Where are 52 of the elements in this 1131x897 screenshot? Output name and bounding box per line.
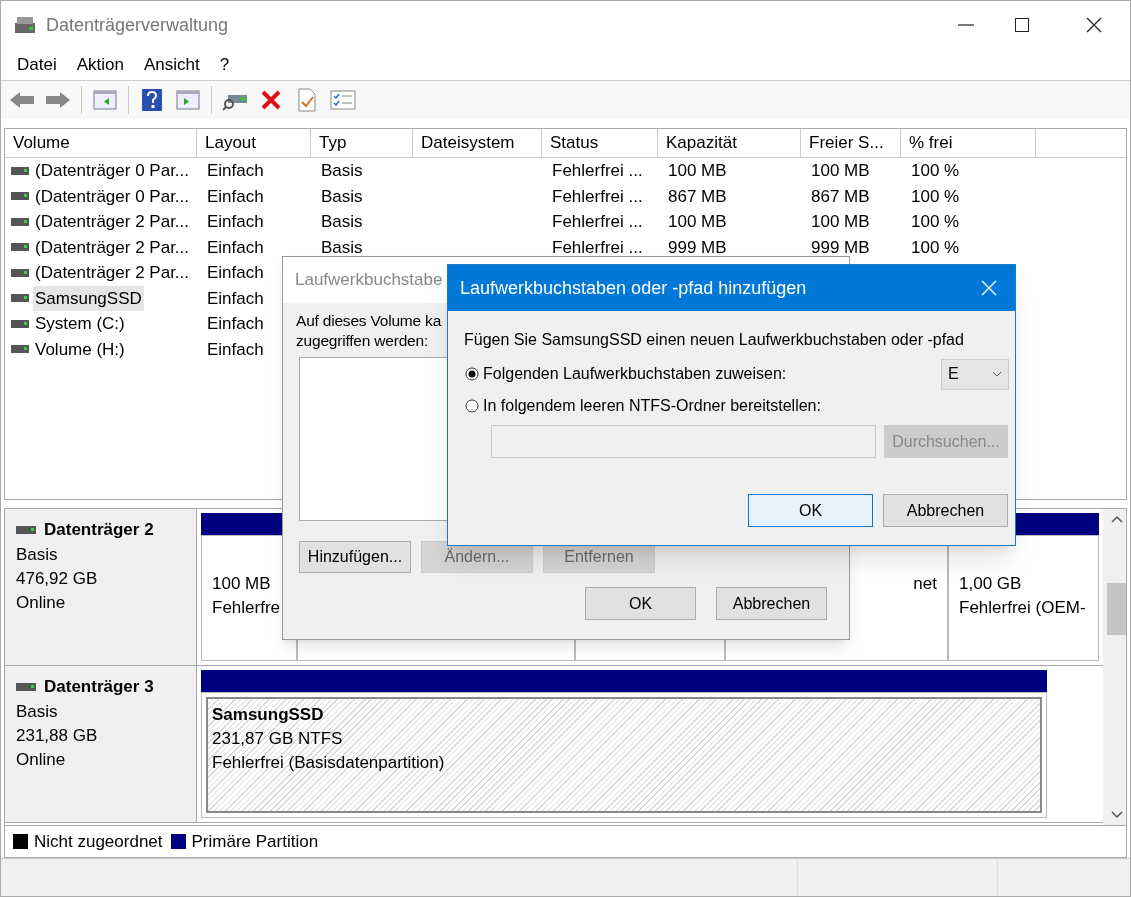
table-cell-text: Einfach xyxy=(207,338,264,361)
table-cell-text: Basis xyxy=(321,185,363,208)
disk-info: Basis xyxy=(16,700,59,723)
table-cell-text: 867 MB xyxy=(811,185,870,208)
dialog-title: Laufwerkbuchstabe xyxy=(295,269,443,292)
table-cell-text: 100 MB xyxy=(668,211,727,233)
dialog-text: Fügen Sie SamsungSSD einen neuen Laufwerkbuchstaben oder -pfad xyxy=(463,330,965,350)
partition-label: Fehlerfre xyxy=(212,597,282,619)
table-cell-text: Einfach xyxy=(207,185,264,208)
partition-label: 231,87 GB NTFS xyxy=(212,728,344,750)
table-cell-text: 867 MB xyxy=(668,185,727,208)
disk-info: 231,88 GB xyxy=(16,724,99,747)
table-cell-text: Basis xyxy=(321,236,363,259)
legend-label: Nicht zugeordnet xyxy=(34,830,163,853)
disk-name: Datenträger 2 xyxy=(44,519,154,541)
partition-label: SamsungSSD xyxy=(212,704,325,726)
table-cell-text: 100 % xyxy=(911,211,960,233)
table-cell-text: Einfach xyxy=(207,211,264,233)
partition-label: Fehlerfrei (OEM- xyxy=(959,597,1087,619)
table-cell-text: Fehlerfrei ... xyxy=(552,160,643,182)
table-cell-text: Fehlerfrei ... xyxy=(552,185,643,208)
dialog-text: Auf dieses Volume ka xyxy=(296,311,442,331)
legend-label: Primäre Partition xyxy=(191,830,319,853)
table-cell-text: 100 % xyxy=(911,160,960,182)
disk-info: 476,92 GB xyxy=(16,567,99,590)
table-cell-text: 999 MB xyxy=(668,236,727,259)
table-cell-text: 100 MB xyxy=(811,160,870,182)
table-cell-text: 100 % xyxy=(911,185,960,208)
table-cell-text: Einfach xyxy=(207,287,264,310)
table-cell-text: Einfach xyxy=(207,313,264,335)
dialog-text: zugegriffen werden: xyxy=(296,331,429,351)
table-cell-text: 100 MB xyxy=(811,211,870,233)
table-cell-text: Einfach xyxy=(207,262,264,284)
partition-label: 100 MB xyxy=(212,573,272,595)
table-cell-text: Basis xyxy=(321,160,363,182)
table-cell-text: Einfach xyxy=(207,160,264,182)
dialog-title: Laufwerkbuchstaben oder -pfad hinzufügen xyxy=(460,276,808,300)
table-cell-text: Fehlerfrei ... xyxy=(552,211,643,233)
table-cell-text: Einfach xyxy=(207,236,264,259)
window-title: Datenträgerverwaltung xyxy=(46,13,229,37)
partition-label: Fehlerfrei (Basisdatenpartition) xyxy=(212,752,446,774)
disk-info: Basis xyxy=(16,543,59,566)
disk-info: Online xyxy=(16,591,67,614)
table-cell-text: 100 MB xyxy=(668,160,727,182)
disk-name: Datenträger 3 xyxy=(44,676,154,698)
table-cell-text: Basis xyxy=(321,211,363,233)
partition-label: net xyxy=(913,573,937,595)
table-cell-text: 100 % xyxy=(911,236,960,259)
table-cell-text: 999 MB xyxy=(811,236,870,259)
disk-info: Online xyxy=(16,748,67,771)
partition-label: 1,00 GB xyxy=(959,573,1023,595)
table-cell-text: Fehlerfrei ... xyxy=(552,236,643,259)
